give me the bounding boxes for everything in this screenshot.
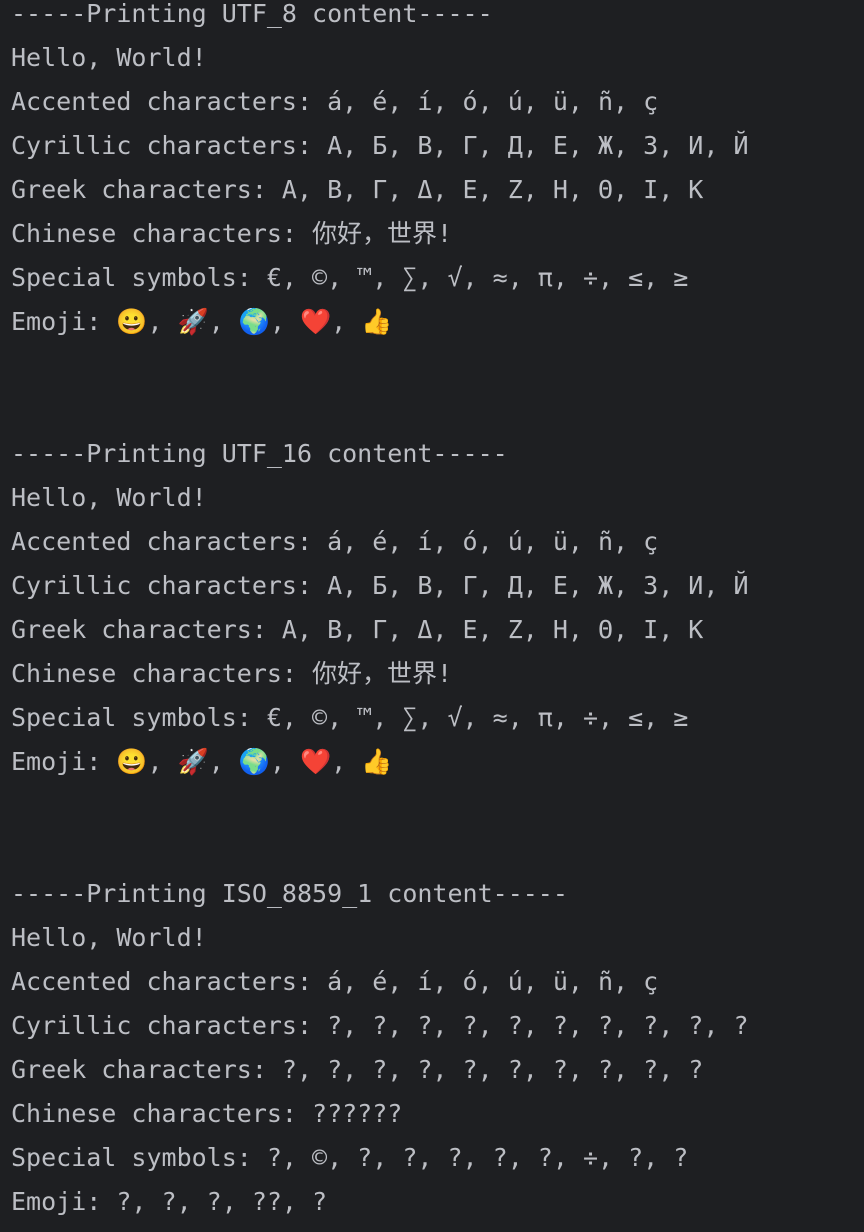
section-header: -----Printing UTF_16 content----- <box>11 439 508 468</box>
output-line: Chinese characters: 你好，世界! <box>11 219 453 248</box>
section-header: -----Printing UTF_8 content----- <box>11 0 493 28</box>
output-line: Emoji: 😀, 🚀, 🌍, ❤️, 👍 <box>11 747 393 776</box>
output-line: Special symbols: €, ©, ™, ∑, √, ≈, π, ÷,… <box>11 263 689 292</box>
output-line: Accented characters: á, é, í, ó, ú, ü, ñ… <box>11 967 659 996</box>
section-header: -----Printing ISO_8859_1 content----- <box>11 879 568 908</box>
output-line: Cyrillic characters: ?, ?, ?, ?, ?, ?, ?… <box>11 1011 749 1040</box>
output-line: Greek characters: ?, ?, ?, ?, ?, ?, ?, ?… <box>11 1055 704 1084</box>
output-line: Accented characters: á, é, í, ó, ú, ü, ñ… <box>11 87 659 116</box>
output-line: Hello, World! <box>11 483 207 512</box>
output-line: Hello, World! <box>11 43 207 72</box>
output-line: Cyrillic characters: А, Б, В, Г, Д, Е, Ж… <box>11 131 749 160</box>
output-line: Greek characters: Α, Β, Γ, Δ, Ε, Ζ, Η, Θ… <box>11 615 704 644</box>
output-line: Cyrillic characters: А, Б, В, Г, Д, Е, Ж… <box>11 571 749 600</box>
output-line: Emoji: 😀, 🚀, 🌍, ❤️, 👍 <box>11 307 393 336</box>
output-line: Chinese characters: ?????? <box>11 1099 403 1128</box>
output-line: Accented characters: á, é, í, ó, ú, ü, ñ… <box>11 527 659 556</box>
output-line: Special symbols: ?, ©, ?, ?, ?, ?, ?, ÷,… <box>11 1143 689 1172</box>
output-line: Hello, World! <box>11 923 207 952</box>
output-line: Emoji: ?, ?, ?, ??, ? <box>11 1187 328 1216</box>
console-output[interactable]: -----Printing UTF_8 content----- Hello, … <box>0 0 864 1232</box>
output-line: Greek characters: Α, Β, Γ, Δ, Ε, Ζ, Η, Θ… <box>11 175 704 204</box>
output-line: Special symbols: €, ©, ™, ∑, √, ≈, π, ÷,… <box>11 703 689 732</box>
output-line: Chinese characters: 你好，世界! <box>11 659 453 688</box>
